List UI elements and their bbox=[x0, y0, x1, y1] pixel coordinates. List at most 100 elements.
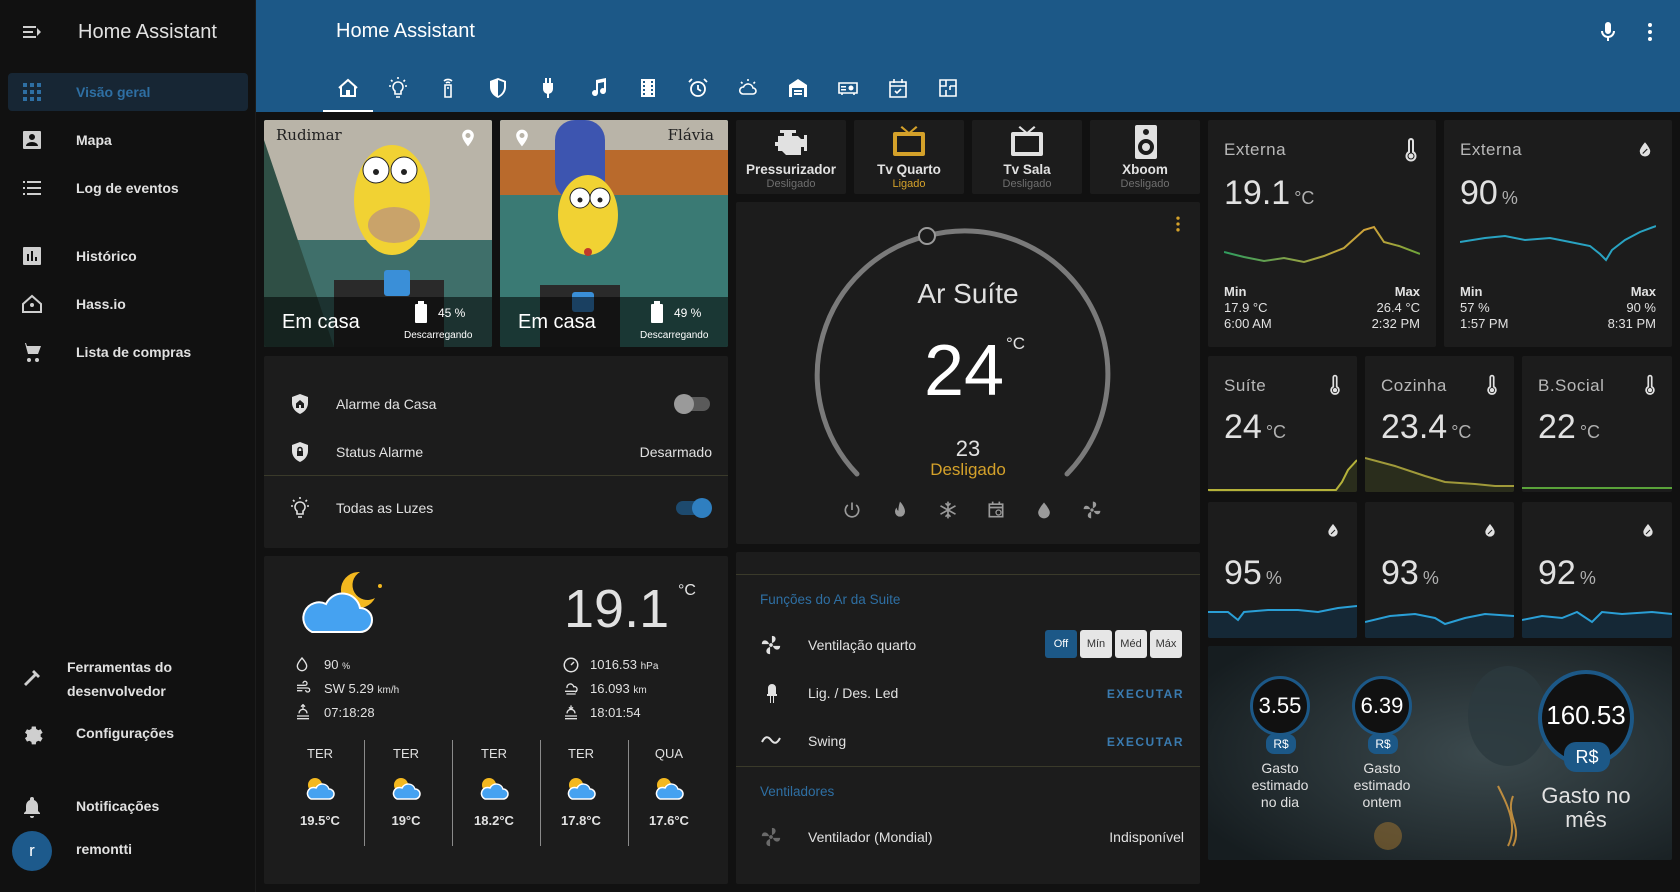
tab-lights[interactable] bbox=[373, 66, 423, 112]
min-value: 57 % bbox=[1460, 300, 1490, 315]
person-card-flavia[interactable]: Flávia Em casa 49 % Descarregando bbox=[500, 120, 728, 347]
sensor-graph bbox=[1208, 605, 1357, 638]
device-pressurizador[interactable]: Pressurizador Desligado bbox=[736, 120, 846, 194]
device-name: Xboom bbox=[1122, 162, 1168, 177]
more-vertical-icon[interactable] bbox=[1638, 20, 1662, 44]
tab-music[interactable] bbox=[573, 66, 623, 112]
sensor-card-suite-humidity[interactable]: 95% bbox=[1208, 502, 1357, 638]
weather-sunset-down-icon bbox=[565, 705, 577, 720]
map-marker-icon bbox=[462, 129, 474, 147]
fan-option-off[interactable]: Off bbox=[1045, 630, 1077, 658]
tab-alarm[interactable] bbox=[673, 66, 723, 112]
microphone-icon[interactable] bbox=[1596, 20, 1620, 44]
fan-option-min[interactable]: Mín bbox=[1080, 630, 1112, 658]
alarm-toggle[interactable] bbox=[674, 394, 710, 414]
alarm-status-row[interactable]: Status Alarme Desarmado bbox=[264, 428, 728, 476]
more-vertical-icon[interactable] bbox=[1168, 214, 1188, 234]
max-time: 8:31 PM bbox=[1607, 316, 1656, 331]
user-name[interactable]: remontti bbox=[76, 841, 132, 857]
lights-toggle[interactable] bbox=[676, 498, 712, 518]
tab-floorplan[interactable] bbox=[923, 66, 973, 112]
dev-tools-line1: Ferramentas do bbox=[67, 659, 173, 675]
fire-icon[interactable] bbox=[890, 500, 910, 520]
device-tv-quarto[interactable]: Tv Quarto Ligado bbox=[854, 120, 964, 194]
sidebar-item-label: Ferramentas do desenvolvedor bbox=[67, 655, 172, 703]
sensor-card-bsocial-temp[interactable]: B.Social 22 °C bbox=[1522, 356, 1672, 492]
tab-remote[interactable] bbox=[423, 66, 473, 112]
television-icon bbox=[893, 126, 925, 156]
sensor-card-external-temp[interactable]: Externa 19.1 °C Min Max 17.9 °C 26.4 °C 6… bbox=[1208, 120, 1436, 347]
device-state: Desligado bbox=[766, 178, 816, 190]
water-percent-icon[interactable] bbox=[1034, 500, 1054, 520]
sidebar-item-logbook[interactable]: Log de eventos bbox=[8, 169, 248, 207]
visibility-value: 16.093 bbox=[590, 681, 630, 696]
power-icon[interactable] bbox=[842, 500, 862, 520]
sidebar-item-map[interactable]: Mapa bbox=[8, 121, 248, 159]
tab-home[interactable] bbox=[323, 66, 373, 112]
thermostat-state: Desligado bbox=[930, 460, 1006, 479]
avatar[interactable]: r bbox=[12, 831, 52, 871]
led-execute-button[interactable]: EXECUTAR bbox=[1107, 687, 1184, 701]
tab-media[interactable] bbox=[623, 66, 673, 112]
energy-label-line: Gasto bbox=[1261, 760, 1299, 776]
fan-icon[interactable] bbox=[1082, 500, 1102, 520]
partly-cloudy-icon bbox=[392, 778, 421, 800]
sensor-value: 92 bbox=[1538, 554, 1576, 592]
sidebar-item-history[interactable]: Histórico bbox=[8, 237, 248, 275]
battery-level: 49 % bbox=[674, 306, 702, 320]
forecast-day: QUA 17.6°C bbox=[625, 746, 713, 828]
fan-option-med[interactable]: Méd bbox=[1115, 630, 1147, 658]
sensor-card-external-humidity[interactable]: Externa 90% Min Max 57 % 90 % 1:57 PM 8:… bbox=[1444, 120, 1672, 347]
alarm-row[interactable]: Alarme da Casa bbox=[264, 380, 728, 428]
tab-weather[interactable] bbox=[723, 66, 773, 112]
calendar-sync-icon[interactable] bbox=[986, 500, 1006, 520]
sensor-card-bsocial-humidity[interactable]: 92% bbox=[1522, 502, 1672, 638]
sensor-card-kitchen-humidity[interactable]: 93% bbox=[1365, 502, 1514, 638]
device-tv-sala[interactable]: Tv Sala Desligado bbox=[972, 120, 1082, 194]
forecast-temp: 17.6°C bbox=[649, 813, 689, 828]
thermometer-icon bbox=[1405, 138, 1417, 162]
swing-execute-button[interactable]: EXECUTAR bbox=[1107, 735, 1184, 749]
sidebar-item-shopping-list[interactable]: Lista de compras bbox=[8, 333, 248, 371]
forecast-day-name: QUA bbox=[654, 746, 684, 761]
sidebar-item-dev-tools[interactable]: Ferramentas do desenvolvedor bbox=[8, 654, 248, 704]
device-xboom[interactable]: Xboom Desligado bbox=[1090, 120, 1200, 194]
alarm-status-value: Desarmado bbox=[639, 444, 712, 460]
forecast-temp: 17.8°C bbox=[561, 813, 601, 828]
shield-home-icon bbox=[292, 394, 308, 414]
sidebar-item-overview[interactable]: Visão geral bbox=[8, 73, 248, 111]
sidebar-item-notifications[interactable]: Notificações bbox=[8, 787, 248, 825]
max-label: Max bbox=[1394, 284, 1420, 299]
tab-plugs[interactable] bbox=[523, 66, 573, 112]
tab-garage[interactable] bbox=[773, 66, 823, 112]
tab-calendar[interactable] bbox=[873, 66, 923, 112]
thermometer-icon bbox=[1645, 374, 1655, 395]
person-card-rudimar[interactable]: Rudimar Em casa 45 % Descarregando bbox=[264, 120, 492, 347]
led-label: Lig. / Des. Led bbox=[808, 685, 899, 701]
menu-icon[interactable] bbox=[20, 20, 44, 44]
lights-row[interactable]: Todas as Luzes bbox=[264, 484, 728, 532]
sidebar-item-settings[interactable]: Configurações bbox=[8, 714, 248, 752]
alarm-label: Alarme da Casa bbox=[336, 396, 437, 412]
snowflake-icon[interactable] bbox=[938, 500, 958, 520]
weather-card[interactable]: 19.1 °C 90 % SW 5.29 km/h 07:18:28 1016.… bbox=[264, 556, 728, 884]
sidebar-item-label: Notificações bbox=[76, 798, 160, 814]
sensor-card-suite-temp[interactable]: Suíte 24 °C bbox=[1208, 356, 1357, 492]
forecast-day-name: TER bbox=[307, 746, 333, 761]
tab-security[interactable] bbox=[473, 66, 523, 112]
weather-pressure: 1016.53 hPa bbox=[590, 657, 658, 672]
fan-option-max[interactable]: Máx bbox=[1150, 630, 1182, 658]
tab-projector[interactable] bbox=[823, 66, 873, 112]
section-title: Ventiladores bbox=[760, 784, 835, 799]
sensor-card-kitchen-temp[interactable]: Cozinha 23.4 °C bbox=[1365, 356, 1514, 492]
sensor-graph bbox=[1365, 612, 1514, 638]
energy-card: 3.55 R$ Gasto estimado no dia 6.39 R$ Gast… bbox=[1208, 646, 1672, 860]
sensor-value: 19.1 bbox=[1224, 174, 1291, 212]
person-state: Em casa bbox=[282, 311, 360, 333]
fan-label: Ventilação quarto bbox=[808, 637, 917, 653]
weather-icon bbox=[738, 79, 757, 95]
sidebar-item-hassio[interactable]: Hass.io bbox=[8, 285, 248, 323]
view-dashboard-icon bbox=[23, 83, 41, 101]
sensor-unit: % bbox=[1579, 568, 1596, 588]
battery-icon bbox=[651, 301, 663, 323]
